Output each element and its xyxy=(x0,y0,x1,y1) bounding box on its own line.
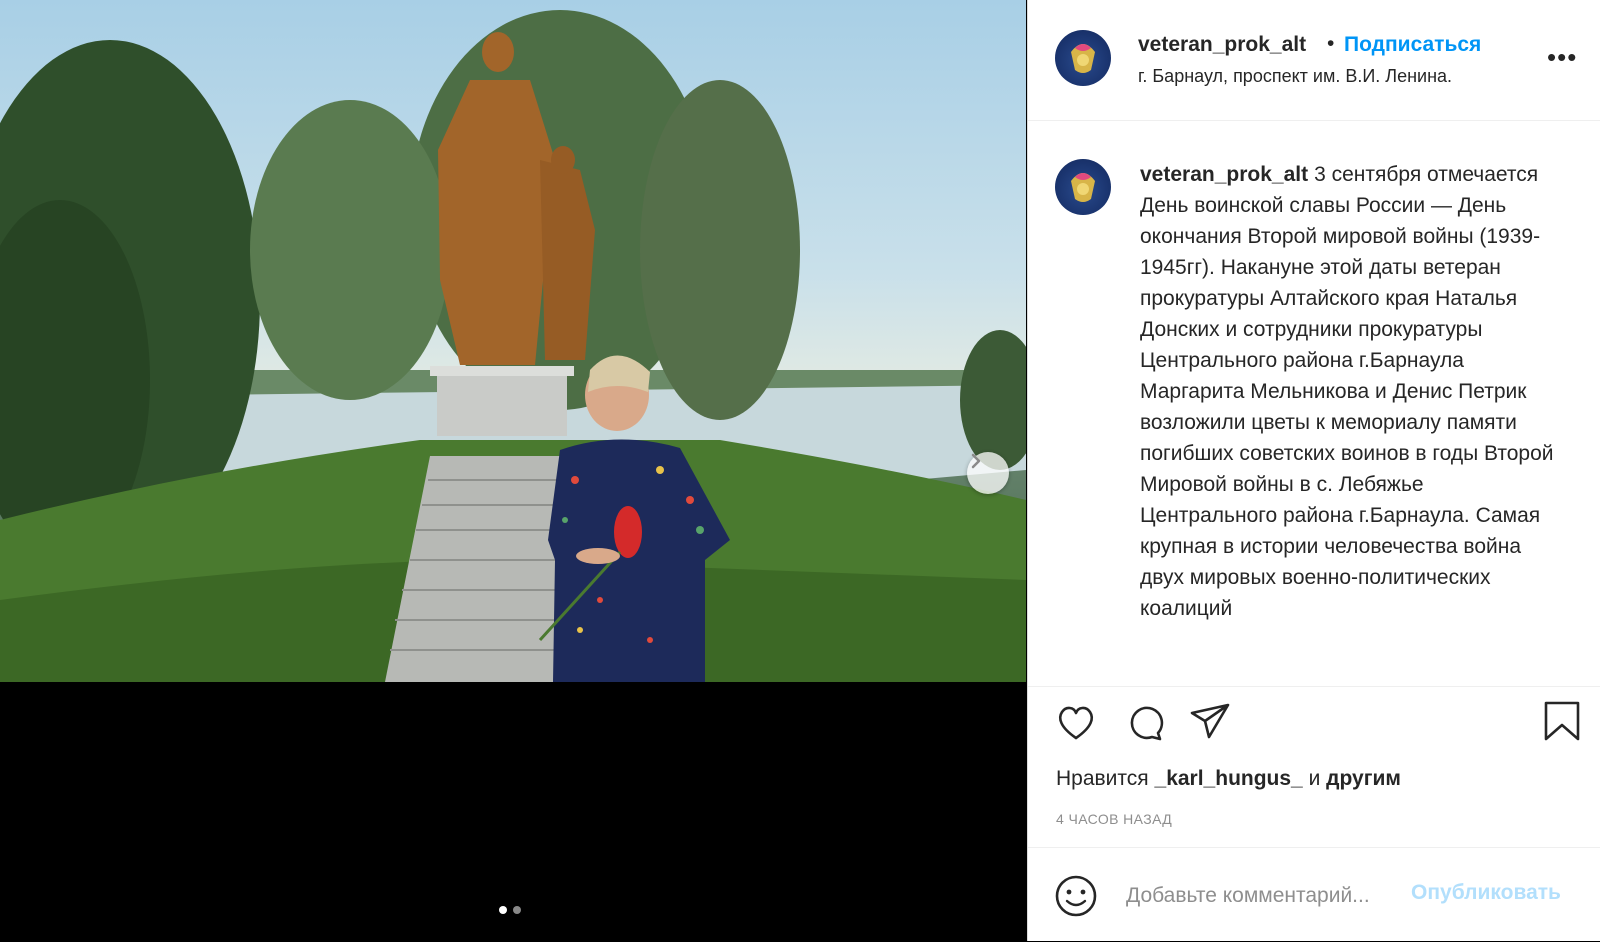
post-actions: Нравится _karl_hungus_ и другим 4 ЧАСОВ … xyxy=(1028,686,1600,847)
carousel-indicator xyxy=(499,906,521,914)
share-send-icon[interactable] xyxy=(1188,699,1232,748)
carousel-dot xyxy=(513,906,521,914)
like-heart-icon[interactable] xyxy=(1054,701,1098,750)
likes-user-link[interactable]: _karl_hungus_ xyxy=(1155,767,1303,790)
post-photo[interactable] xyxy=(0,0,1026,682)
carousel-dot-active xyxy=(499,906,507,914)
post-media xyxy=(0,0,1026,941)
likes-summary: Нравится _karl_hungus_ и другим xyxy=(1056,767,1401,791)
caption-avatar[interactable] xyxy=(1055,159,1111,215)
likes-others-link[interactable]: другим xyxy=(1326,767,1401,790)
more-options-icon[interactable]: ••• xyxy=(1547,44,1577,70)
post-header: veteran_prok_alt • Подписаться г. Барнау… xyxy=(1028,0,1600,121)
likes-prefix: Нравится xyxy=(1056,767,1149,790)
separator-dot: • xyxy=(1327,32,1335,55)
post-side-panel: veteran_prok_alt • Подписаться г. Барнау… xyxy=(1027,0,1600,941)
next-slide-button[interactable] xyxy=(967,452,1009,494)
post-timestamp[interactable]: 4 ЧАСОВ НАЗАД xyxy=(1056,811,1172,827)
comment-input[interactable] xyxy=(1124,878,1418,914)
follow-button[interactable]: Подписаться xyxy=(1344,33,1481,57)
avatar[interactable] xyxy=(1055,30,1111,86)
caption-username[interactable]: veteran_prok_alt xyxy=(1140,163,1308,186)
caption-text: 3 сентября отмечается День воинской слав… xyxy=(1140,163,1554,620)
post-username[interactable]: veteran_prok_alt xyxy=(1138,33,1306,57)
emoji-icon[interactable] xyxy=(1054,874,1098,923)
post-caption: veteran_prok_alt 3 сентября отмечается Де… xyxy=(1140,159,1560,624)
publish-button[interactable]: Опубликовать xyxy=(1411,881,1561,905)
comment-bar: Опубликовать xyxy=(1028,847,1600,942)
post-location[interactable]: г. Барнаул, проспект им. В.И. Ленина. xyxy=(1138,66,1452,87)
likes-and: и xyxy=(1308,767,1321,790)
comment-bubble-icon[interactable] xyxy=(1122,701,1166,750)
bookmark-icon[interactable] xyxy=(1542,699,1582,748)
caption-area[interactable]: veteran_prok_alt 3 сентября отмечается Де… xyxy=(1028,121,1600,686)
